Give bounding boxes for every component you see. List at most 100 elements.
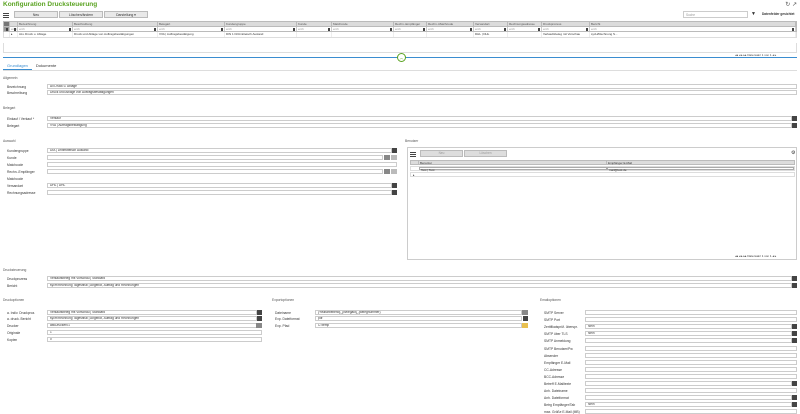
search-input[interactable]: Suche bbox=[683, 11, 748, 18]
email-field-input[interactable] bbox=[585, 366, 797, 372]
menu-icon[interactable] bbox=[410, 151, 416, 157]
col-header[interactable]: Rechn.-Empfänger bbox=[394, 22, 427, 26]
bezeichnung-field[interactable]: All Druck u. Ablage bbox=[47, 84, 797, 89]
dateiname-field[interactable]: {%Mitarbeiterld}_{Belegakt}_{Belegnummer… bbox=[315, 310, 522, 315]
email-field-input[interactable] bbox=[585, 373, 797, 379]
dateiformat-select[interactable]: pdf bbox=[315, 316, 522, 321]
chevron-down-icon[interactable] bbox=[792, 324, 797, 330]
email-field-input[interactable] bbox=[585, 310, 797, 315]
chevron-down-icon[interactable] bbox=[792, 116, 797, 121]
grid-empty-area bbox=[3, 43, 797, 53]
email-field-input[interactable] bbox=[585, 395, 792, 401]
col-header[interactable]: Belegart bbox=[158, 22, 225, 26]
view-button[interactable]: Darstellung ▾ bbox=[104, 11, 148, 18]
chevron-down-icon[interactable] bbox=[792, 402, 797, 408]
email-field-input[interactable] bbox=[585, 381, 792, 386]
email-field-input[interactable]: Nein bbox=[585, 324, 792, 330]
search-icon[interactable] bbox=[384, 155, 390, 160]
folder-icon[interactable] bbox=[522, 323, 528, 328]
chevron-down-icon[interactable] bbox=[257, 316, 262, 321]
originale-field[interactable]: 1 bbox=[47, 330, 262, 335]
rechn-empfaenger-field[interactable] bbox=[47, 169, 383, 174]
clear-icon[interactable] bbox=[391, 155, 397, 160]
benutzer-grid-header: Benutzer Empfänger E-Mail bbox=[410, 160, 795, 165]
rechnungsadresse-select[interactable] bbox=[47, 190, 392, 195]
einkauf-verkauf-select[interactable]: Verkauf bbox=[47, 116, 792, 121]
email-field-input[interactable] bbox=[585, 317, 797, 323]
collapse-icon[interactable]: ︿ bbox=[397, 53, 406, 62]
table-row[interactable]: Test | Test mail@test.de bbox=[410, 166, 795, 172]
col-header[interactable]: Bezeichnung bbox=[18, 22, 73, 26]
email-field-label: SMTP Anmeldung bbox=[544, 339, 571, 344]
chevron-down-icon[interactable] bbox=[792, 123, 797, 128]
chevron-down-icon[interactable] bbox=[257, 310, 262, 315]
edit-icon[interactable] bbox=[522, 310, 528, 315]
druck-bericht-select[interactable]: sycH/Rechnung Tagesfinal | Angebot, Auft… bbox=[47, 316, 257, 321]
section-allgemein: Allgemein bbox=[3, 76, 18, 80]
email-field-input[interactable] bbox=[585, 352, 797, 358]
app-title: Konfiguration Drucksteuerung bbox=[3, 1, 98, 8]
email-field-input[interactable] bbox=[585, 345, 797, 351]
chevron-down-icon[interactable] bbox=[392, 183, 397, 188]
benutzer-pager[interactable]: ◂◂ ◂ ▸ ▸▸ Datensatz 1 von 1 ◂ ▸ bbox=[735, 254, 776, 258]
kunde-field[interactable] bbox=[47, 155, 383, 160]
chevron-down-icon[interactable] bbox=[792, 331, 797, 337]
email-field-label: Betrg Empfänger/Tab bbox=[544, 403, 576, 408]
beschreibung-field[interactable]: Druck und Ablage von Auftragsbestätigung… bbox=[47, 90, 797, 95]
chevron-down-icon[interactable] bbox=[792, 395, 797, 401]
tab-dokumente[interactable]: Dokumente bbox=[32, 62, 60, 70]
section-belegart: Belegart bbox=[3, 106, 16, 110]
col-header[interactable]: Matchcode bbox=[332, 22, 394, 26]
col-header[interactable]: Rechnungsadresse bbox=[508, 22, 542, 26]
email-field-label: CC-Adresse bbox=[544, 367, 562, 372]
search-icon[interactable] bbox=[384, 169, 390, 174]
table-row[interactable]: ▸ ALL Druck u. Ablage Druck und Ablage v… bbox=[3, 32, 797, 38]
matchcode-field[interactable] bbox=[47, 162, 397, 167]
col-header[interactable]: Kunde bbox=[297, 22, 332, 26]
delete-button[interactable]: Löschen/ändern bbox=[59, 11, 103, 18]
chevron-down-icon[interactable] bbox=[792, 283, 797, 288]
chevron-down-icon[interactable] bbox=[792, 338, 797, 344]
new-button[interactable]: Neu bbox=[14, 11, 58, 18]
dsg-label[interactable]: Datenfelder gesichtet bbox=[762, 12, 794, 16]
new-row[interactable]: ▸ bbox=[410, 172, 795, 177]
filter-icon[interactable]: ▼ bbox=[751, 11, 757, 18]
email-field-input[interactable] bbox=[585, 359, 797, 365]
email-field-label: max. Größe E-Mail (MB) bbox=[544, 410, 580, 414]
email-field-input[interactable] bbox=[585, 338, 792, 344]
clear-icon[interactable] bbox=[391, 169, 397, 174]
col-header[interactable]: Kundengruppe bbox=[225, 22, 297, 26]
druckprozess-select[interactable]: Verkaufsbeleg mit Vorschau | Standard bbox=[47, 276, 792, 281]
belegart-select[interactable]: VVA | Auftragsbestätigung bbox=[47, 123, 792, 128]
menu-icon[interactable] bbox=[3, 12, 9, 18]
gear-icon[interactable]: ⚙ bbox=[791, 150, 795, 156]
chevron-down-icon[interactable] bbox=[523, 316, 528, 321]
chevron-down-icon[interactable] bbox=[392, 148, 397, 153]
col-header[interactable]: Versandart bbox=[474, 22, 508, 26]
col-header[interactable]: Druckprozess bbox=[542, 22, 590, 26]
indiv-druckprozess-select[interactable]: Verkaufsbeleg mit Vorschau | Standard bbox=[47, 310, 257, 315]
chevron-down-icon[interactable] bbox=[792, 381, 797, 386]
col-header[interactable]: Rechn.-Matchcode bbox=[427, 22, 474, 26]
email-field-input[interactable] bbox=[585, 409, 797, 414]
grid-header: Bezeichnung Beschreibung Belegart Kunden… bbox=[3, 21, 797, 26]
col-header[interactable]: Beschreibung bbox=[73, 22, 158, 26]
config-grid: Bezeichnung Beschreibung Belegart Kunden… bbox=[3, 21, 797, 38]
printer-icon[interactable] bbox=[256, 323, 262, 328]
kopien-field[interactable]: 0 bbox=[47, 337, 262, 342]
email-field-input[interactable] bbox=[585, 388, 797, 394]
email-field-input[interactable]: Nein bbox=[585, 331, 792, 337]
benutzer-delete-button[interactable]: Löschen bbox=[464, 150, 507, 157]
chevron-down-icon[interactable] bbox=[792, 276, 797, 281]
chevron-down-icon[interactable] bbox=[392, 190, 397, 195]
drucker-field[interactable]: abcDrucker01 bbox=[47, 323, 257, 328]
versandart-select[interactable]: DHL | DHL bbox=[47, 183, 392, 188]
bericht-select[interactable]: sycH/Rechnung Tagesfinal | Angebot, Auft… bbox=[47, 283, 792, 288]
col-header[interactable]: Bericht bbox=[590, 22, 796, 26]
benutzer-new-button[interactable]: Neu bbox=[420, 150, 463, 157]
tab-grundlagen[interactable]: Grundlagen bbox=[3, 62, 32, 70]
pfad-field[interactable]: C:\temp bbox=[315, 323, 522, 328]
email-field-input[interactable]: Nein bbox=[585, 402, 792, 408]
kundengruppe-select[interactable]: DIA | Drittmitteisch Ausland bbox=[47, 148, 392, 153]
refresh-icon[interactable]: ↻ ↗ bbox=[785, 1, 797, 8]
